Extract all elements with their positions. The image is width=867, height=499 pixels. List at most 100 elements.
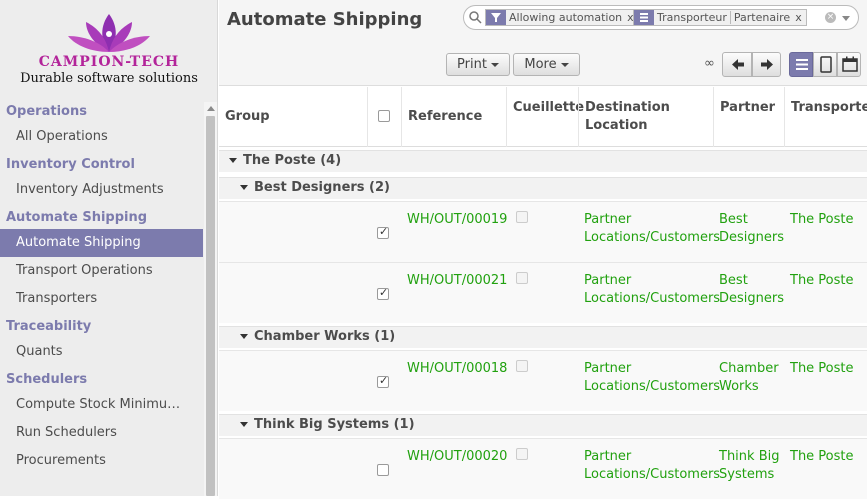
cell-partner-line1: Chamber <box>719 361 779 376</box>
menu-section-schedulers: Schedulers <box>6 372 88 387</box>
menu-section-automate-shipping: Automate Shipping <box>6 210 148 225</box>
filter-facet[interactable]: Allowing automation x <box>485 9 639 26</box>
cell-transporter[interactable]: The Poste <box>790 448 854 466</box>
groupby-facet-remove-icon[interactable]: x <box>793 11 806 24</box>
caret-down-icon <box>240 185 248 190</box>
menu-item-transporters[interactable]: Transporters <box>0 285 203 313</box>
list-view-icon <box>796 59 808 70</box>
cell-partner-line1: Best <box>719 212 748 227</box>
cell-reference[interactable]: WH/OUT/00020 <box>407 448 507 466</box>
cell-transporter[interactable]: The Poste <box>790 211 854 229</box>
column-header-group[interactable]: Group <box>219 87 367 147</box>
group-row-think-big-systems[interactable]: Think Big Systems (1) <box>219 414 867 436</box>
cell-destination[interactable]: Partner Locations/Customers <box>584 360 720 396</box>
table-row[interactable]: ✓ WH/OUT/00018 Partner Locations/Customer… <box>219 350 867 411</box>
column-header-select-all[interactable] <box>367 87 401 147</box>
cell-destination-line2: Locations/Customers <box>584 379 721 394</box>
cueillette-checkbox <box>516 211 528 223</box>
menu-item-procurements[interactable]: Procurements <box>0 447 203 475</box>
menu-item-inventory-adjustments[interactable]: Inventory Adjustments <box>0 176 203 204</box>
caret-down-icon <box>560 62 569 67</box>
cell-partner-line2: Systems <box>719 467 775 482</box>
checkmark-icon: ✓ <box>379 225 389 238</box>
group-label: Think Big Systems (1) <box>254 417 415 432</box>
print-button-label: Print <box>457 57 487 72</box>
calendar-view-button[interactable] <box>837 52 861 77</box>
menu-section-traceability: Traceability <box>6 319 92 334</box>
cell-partner-line1: Think Big <box>719 449 780 464</box>
column-header-partner[interactable]: Partner <box>713 87 784 147</box>
checkmark-icon: ✓ <box>379 374 389 387</box>
company-logo[interactable]: CAMPION-TECH Durable software solutions <box>0 0 218 100</box>
control-panel: Automate Shipping Allowing automation x T… <box>219 0 867 86</box>
menu-item-all-operations[interactable]: All Operations <box>0 123 203 151</box>
column-header-destination-location[interactable]: Destination Location <box>578 87 713 147</box>
column-header-cueillette[interactable]: Cueillette <box>506 87 584 147</box>
group-label: The Poste (4) <box>243 153 342 168</box>
list-view-button[interactable] <box>789 52 813 77</box>
group-label: Chamber Works (1) <box>254 329 396 344</box>
scrollbar-thumb[interactable] <box>206 116 215 496</box>
cell-destination-line2: Locations/Customers <box>584 230 721 245</box>
scroll-up-arrow-icon[interactable] <box>207 106 215 111</box>
row-checkbox[interactable]: ✓ <box>377 225 389 239</box>
cell-transporter[interactable]: The Poste <box>790 360 854 378</box>
clear-search-icon[interactable]: × <box>825 12 836 23</box>
menu-item-run-schedulers[interactable]: Run Schedulers <box>0 419 203 447</box>
select-all-checkbox[interactable] <box>378 110 390 122</box>
pager-next-button[interactable] <box>752 52 781 77</box>
cell-reference[interactable]: WH/OUT/00018 <box>407 360 507 378</box>
pager-previous-button[interactable] <box>722 52 752 77</box>
menu-item-quants[interactable]: Quants <box>0 338 203 366</box>
cell-reference[interactable]: WH/OUT/00019 <box>407 211 507 229</box>
cell-destination[interactable]: Partner Locations/Customers <box>584 448 720 484</box>
search-options-caret-icon[interactable] <box>842 16 850 21</box>
pager-value[interactable]: ∞ <box>704 56 715 71</box>
group-row-the-poste[interactable]: The Poste (4) <box>219 150 867 172</box>
cell-destination-line2: Locations/Customers <box>584 291 721 306</box>
form-view-icon <box>820 56 832 73</box>
main-content: Automate Shipping Allowing automation x T… <box>219 0 867 499</box>
menu-item-compute-stock-minimum[interactable]: Compute Stock Minimu… <box>0 391 203 419</box>
sidebar-scrollbar[interactable] <box>204 102 217 496</box>
group-row-chamber-works[interactable]: Chamber Works (1) <box>219 326 867 348</box>
cell-destination[interactable]: Partner Locations/Customers <box>584 211 720 247</box>
menu-section-inventory-control: Inventory Control <box>6 157 135 172</box>
filter-icon <box>486 10 506 25</box>
cell-transporter[interactable]: The Poste <box>790 272 854 290</box>
print-button[interactable]: Print <box>446 53 510 76</box>
table-row[interactable]: ✓ WH/OUT/00021 Partner Locations/Customer… <box>219 262 867 323</box>
row-checkbox[interactable]: ✓ <box>377 374 389 388</box>
table-header: Group Reference Cueillette Destination Lo… <box>219 87 867 147</box>
caret-down-icon <box>229 158 237 163</box>
table-row[interactable]: ✓ WH/OUT/00019 Partner Locations/Customer… <box>219 201 867 262</box>
search-icon <box>469 11 482 24</box>
groupby-icon <box>634 10 654 25</box>
cell-partner-line1: Best <box>719 273 748 288</box>
cell-partner[interactable]: Best Designers <box>719 272 784 308</box>
row-checkbox[interactable]: ✓ <box>377 286 389 300</box>
cell-reference[interactable]: WH/OUT/00021 <box>407 272 507 290</box>
cell-partner[interactable]: Best Designers <box>719 211 784 247</box>
search-bar[interactable]: Allowing automation x Transporteur Partena… <box>463 5 859 30</box>
sidebar: CAMPION-TECH Durable software solutions … <box>0 0 218 496</box>
column-header-reference[interactable]: Reference <box>401 87 506 147</box>
cell-partner[interactable]: Chamber Works <box>719 360 779 396</box>
group-row-best-designers[interactable]: Best Designers (2) <box>219 177 867 199</box>
table-row[interactable]: WH/OUT/00020 Partner Locations/Customers … <box>219 438 867 499</box>
cell-partner[interactable]: Think Big Systems <box>719 448 779 484</box>
menu-item-automate-shipping[interactable]: Automate Shipping <box>0 229 203 257</box>
lotus-logo-icon <box>68 14 150 52</box>
cueillette-checkbox <box>516 360 528 372</box>
form-view-button[interactable] <box>813 52 837 77</box>
caret-down-icon <box>240 422 248 427</box>
cell-destination[interactable]: Partner Locations/Customers <box>584 272 720 308</box>
menu-item-transport-operations[interactable]: Transport Operations <box>0 257 203 285</box>
column-header-transporter[interactable]: Transporter <box>784 87 867 147</box>
more-button[interactable]: More <box>513 53 580 76</box>
row-checkbox[interactable] <box>377 464 389 476</box>
sidebar-menu: Operations All Operations Inventory Cont… <box>0 101 203 475</box>
groupby-facet[interactable]: Transporteur Partenaire x <box>633 9 807 26</box>
arrow-right-icon <box>761 59 773 70</box>
logo-brand: CAMPION-TECH <box>38 54 180 70</box>
